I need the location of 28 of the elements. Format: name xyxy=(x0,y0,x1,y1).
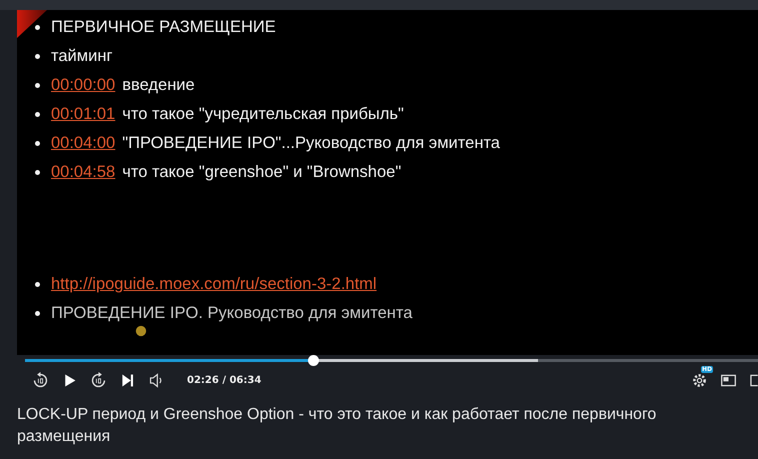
slide-text: ПЕРВИЧНОЕ РАЗМЕЩЕНИЕ xyxy=(51,18,276,37)
settings-icon[interactable] xyxy=(691,372,708,388)
progress-thumb[interactable] xyxy=(308,355,319,366)
slide-text: "ПРОВЕДЕНИЕ IPO"...Руководство для эмитента xyxy=(122,134,500,153)
bullet-icon xyxy=(35,141,40,146)
rewind-10-icon[interactable] xyxy=(32,372,49,388)
bullet-icon xyxy=(35,83,40,88)
slide-link[interactable]: http://ipoguide.moex.com/ru/section-3-2.html xyxy=(51,275,377,294)
bullet-icon xyxy=(35,112,40,117)
bullet-icon xyxy=(35,282,40,287)
timecode-link[interactable]: 00:01:01 xyxy=(51,105,116,124)
slide-text: тайминг xyxy=(51,47,112,66)
bullet-icon xyxy=(35,25,40,30)
bullet-icon xyxy=(35,311,40,316)
video-title: LOCK-UP период и Greenshoe Option - что это такое и как работает после первичного размещения xyxy=(16,405,658,447)
bullet-icon xyxy=(35,170,40,175)
time-display: 02:26 / 06:34 xyxy=(187,374,262,386)
slide-text: введение xyxy=(122,76,195,95)
slide-text: что такое "greenshoe" и "Brownshoe" xyxy=(122,163,402,182)
timecode-link[interactable]: 00:00:00 xyxy=(51,76,116,95)
slide-text: ПРОВЕДЕНИЕ IPO. Руководство для эмитента xyxy=(51,304,412,323)
video-frame[interactable] xyxy=(17,10,758,355)
timecode-link[interactable]: 00:04:00 xyxy=(51,134,116,153)
bullet-icon xyxy=(35,54,40,59)
timecode-link[interactable]: 00:04:58 xyxy=(51,163,116,182)
forward-10-icon[interactable] xyxy=(90,372,107,388)
cursor-highlight-icon xyxy=(135,325,147,337)
slide-text: что такое "учредительская прибыль" xyxy=(122,105,404,124)
